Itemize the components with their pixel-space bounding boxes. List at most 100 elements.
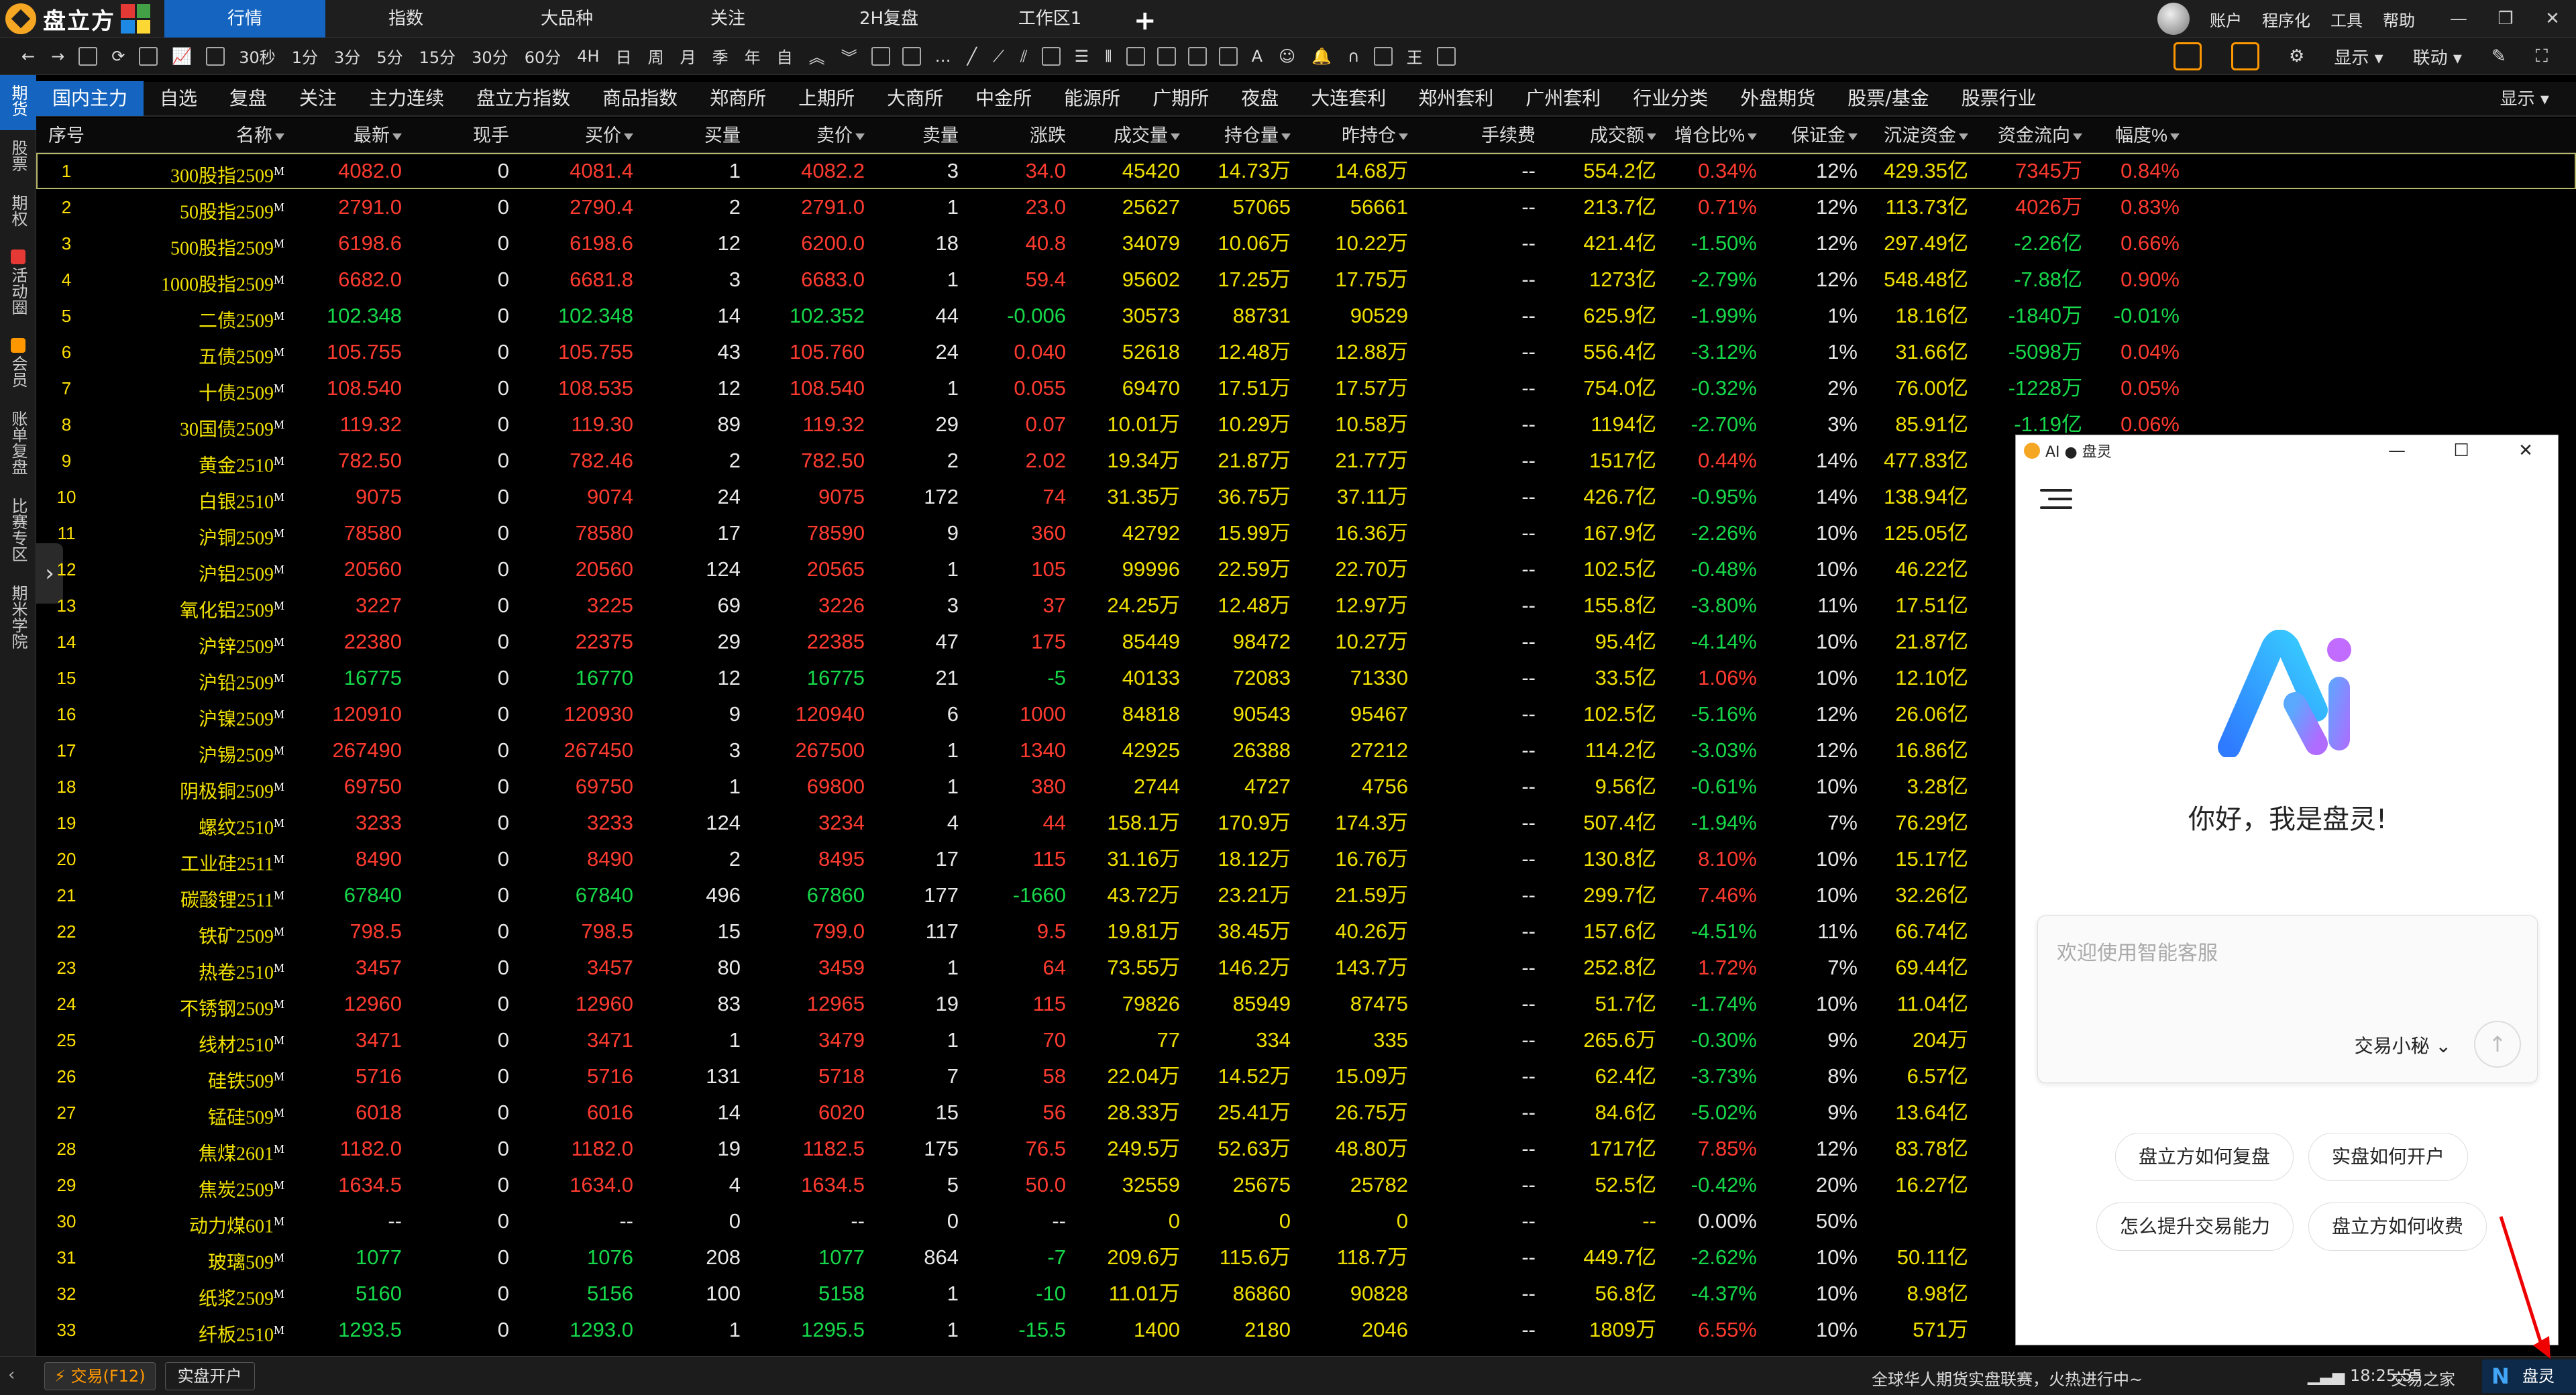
- category-tab-15[interactable]: 郑州套利: [1402, 81, 1509, 116]
- ai-assistant-selector[interactable]: 交易小秘 ⌄: [2355, 1031, 2451, 1058]
- ai-chip-improve[interactable]: 怎么提升交易能力: [2096, 1203, 2294, 1251]
- sidebar-item-4[interactable]: 会员: [0, 329, 36, 401]
- category-tab-9[interactable]: 大商所: [871, 81, 959, 116]
- more-icon[interactable]: …: [927, 47, 959, 66]
- column-header-16[interactable]: 沉淀资金: [1858, 118, 1968, 152]
- column-header-9[interactable]: 成交量: [1066, 118, 1180, 152]
- category-tab-6[interactable]: 商品指数: [586, 81, 694, 116]
- chevrons-down-icon[interactable]: ︾: [833, 44, 865, 68]
- ai-menu-icon[interactable]: [2040, 489, 2072, 516]
- ai-chip-open-account[interactable]: 实盘如何开户: [2308, 1133, 2469, 1181]
- category-tab-7[interactable]: 郑商所: [694, 81, 782, 116]
- sidebar-item-6[interactable]: 比赛专区: [0, 488, 36, 575]
- add-tab-icon[interactable]: +: [1134, 5, 1157, 36]
- menu-programmatic[interactable]: 程序化: [2262, 7, 2310, 31]
- period-month[interactable]: 月: [672, 44, 704, 68]
- split-icon[interactable]: [871, 46, 890, 66]
- column-header-3[interactable]: 现手: [402, 118, 509, 152]
- ai-input-box[interactable]: 欢迎使用智能客服 交易小秘 ⌄ ↑: [2037, 915, 2538, 1083]
- ai-minimize-icon[interactable]: —: [2365, 435, 2429, 466]
- open-account-button[interactable]: 实盘开户: [164, 1361, 255, 1390]
- ai-send-icon[interactable]: ↑: [2474, 1021, 2521, 1068]
- category-tab-12[interactable]: 广期所: [1136, 81, 1225, 116]
- category-tab-2[interactable]: 复盘: [213, 81, 283, 116]
- emoji-icon[interactable]: ☺: [1271, 47, 1303, 66]
- restore-icon[interactable]: ❐: [2482, 9, 2529, 29]
- chart-icon[interactable]: 📈: [164, 47, 200, 66]
- category-tab-18[interactable]: 外盘期货: [1724, 81, 1831, 116]
- marquee-text[interactable]: 全球华人期货实盘联赛，火热进行中~: [1872, 1366, 2143, 1390]
- cycle-icon[interactable]: [1187, 46, 1207, 66]
- channel-icon[interactable]: ⫽: [1012, 47, 1036, 66]
- text-icon[interactable]: A: [1244, 47, 1271, 66]
- column-header-0[interactable]: 序号: [36, 118, 97, 152]
- back-icon[interactable]: ←: [13, 47, 43, 66]
- period-season[interactable]: 季: [704, 44, 737, 68]
- period-1m[interactable]: 1分: [284, 44, 326, 68]
- period-4h[interactable]: 4H: [569, 47, 607, 66]
- rectangle-icon[interactable]: [1041, 46, 1061, 66]
- chevrons-up-icon[interactable]: ︽: [801, 44, 833, 68]
- save-icon[interactable]: [78, 46, 98, 66]
- menu-tools[interactable]: 工具: [2330, 7, 2363, 31]
- period-5m[interactable]: 5分: [368, 44, 411, 68]
- avatar[interactable]: [2157, 3, 2190, 35]
- gann-icon[interactable]: [1126, 46, 1145, 66]
- column-header-2[interactable]: 最新: [284, 118, 402, 152]
- trade-home-link[interactable]: 交易之家: [2391, 1366, 2455, 1390]
- fullscreen-icon[interactable]: ⛶: [2536, 46, 2548, 67]
- period-day[interactable]: 日: [608, 44, 640, 68]
- lock-icon[interactable]: [1373, 46, 1393, 66]
- column-header-17[interactable]: 资金流向: [1968, 118, 2082, 152]
- category-tab-8[interactable]: 上期所: [782, 81, 871, 116]
- bars-icon[interactable]: ⦀: [1097, 47, 1120, 66]
- table-row[interactable]: 3 500股指2509M 6198.6 0 6198.6 12 6200.0 18 40.8 34…: [36, 225, 2576, 262]
- period-30m[interactable]: 30分: [464, 44, 517, 68]
- period-week[interactable]: 周: [640, 44, 672, 68]
- period-30s[interactable]: 30秒: [231, 44, 284, 68]
- calendar-icon[interactable]: [2231, 42, 2259, 70]
- column-header-8[interactable]: 涨跌: [959, 118, 1066, 152]
- fib-icon[interactable]: ☰: [1067, 47, 1097, 66]
- column-header-4[interactable]: 买价: [509, 118, 633, 152]
- settings-icon[interactable]: ⚙: [2289, 46, 2304, 66]
- column-header-14[interactable]: 增仓比%: [1656, 118, 1757, 152]
- category-tab-11[interactable]: 能源所: [1048, 81, 1136, 116]
- category-tab-10[interactable]: 中金所: [959, 81, 1048, 116]
- tiles-icon[interactable]: [121, 4, 150, 34]
- magnet-icon[interactable]: ∩: [1340, 47, 1368, 66]
- pitchfork-icon[interactable]: [1157, 46, 1176, 66]
- table-row[interactable]: 2 50股指2509M 2791.0 0 2790.4 2 2791.0 1 23.0 25627…: [36, 189, 2576, 225]
- column-header-10[interactable]: 持仓量: [1180, 118, 1291, 152]
- column-header-5[interactable]: 买量: [633, 118, 741, 152]
- column-header-12[interactable]: 手续费: [1408, 118, 1536, 152]
- line-icon[interactable]: ╱: [959, 47, 985, 66]
- panling-button[interactable]: N 盘灵: [2482, 1359, 2576, 1393]
- ai-close-icon[interactable]: ✕: [2493, 435, 2558, 466]
- sidebar-item-7[interactable]: 期米学院: [0, 575, 36, 663]
- column-header-1[interactable]: 名称: [97, 118, 284, 152]
- timeshare-icon[interactable]: [206, 46, 225, 66]
- table-row[interactable]: 6 五债2509M 105.755 0 105.755 43 105.760 24 0.040 5…: [36, 334, 2576, 370]
- main-tab-major[interactable]: 大品种: [486, 0, 647, 38]
- display-dropdown[interactable]: 显示 ▾: [2334, 44, 2383, 69]
- sidebar-item-5[interactable]: 账单复盘: [0, 401, 36, 488]
- column-header-11[interactable]: 昨持仓: [1291, 118, 1408, 152]
- king-icon[interactable]: 王: [1399, 44, 1431, 68]
- table-row[interactable]: 5 二债2509M 102.348 0 102.348 14 102.352 44 -0.006…: [36, 298, 2576, 334]
- eraser-icon[interactable]: [1436, 46, 1456, 66]
- column-header-7[interactable]: 卖量: [865, 118, 959, 152]
- sidebar-item-1[interactable]: 股票: [0, 130, 36, 185]
- category-display-dropdown[interactable]: 显示 ▾: [2500, 82, 2549, 117]
- ray-icon[interactable]: ⟋: [985, 47, 1012, 66]
- ai-maximize-icon[interactable]: ☐: [2429, 435, 2493, 466]
- pen-icon[interactable]: ✎: [2491, 46, 2506, 66]
- table-row[interactable]: 1 300股指2509M 4082.0 0 4081.4 1 4082.2 3 34.0 4542…: [36, 153, 2576, 189]
- category-tab-0[interactable]: 国内主力: [36, 81, 144, 116]
- period-custom[interactable]: 自: [769, 44, 801, 68]
- layout-icon[interactable]: [139, 46, 158, 66]
- main-tab-workspace1[interactable]: 工作区1: [969, 0, 1130, 38]
- ai-chip-review[interactable]: 盘立方如何复盘: [2115, 1133, 2294, 1181]
- column-header-15[interactable]: 保证金: [1757, 118, 1858, 152]
- main-tab-quotes[interactable]: 行情: [164, 0, 325, 38]
